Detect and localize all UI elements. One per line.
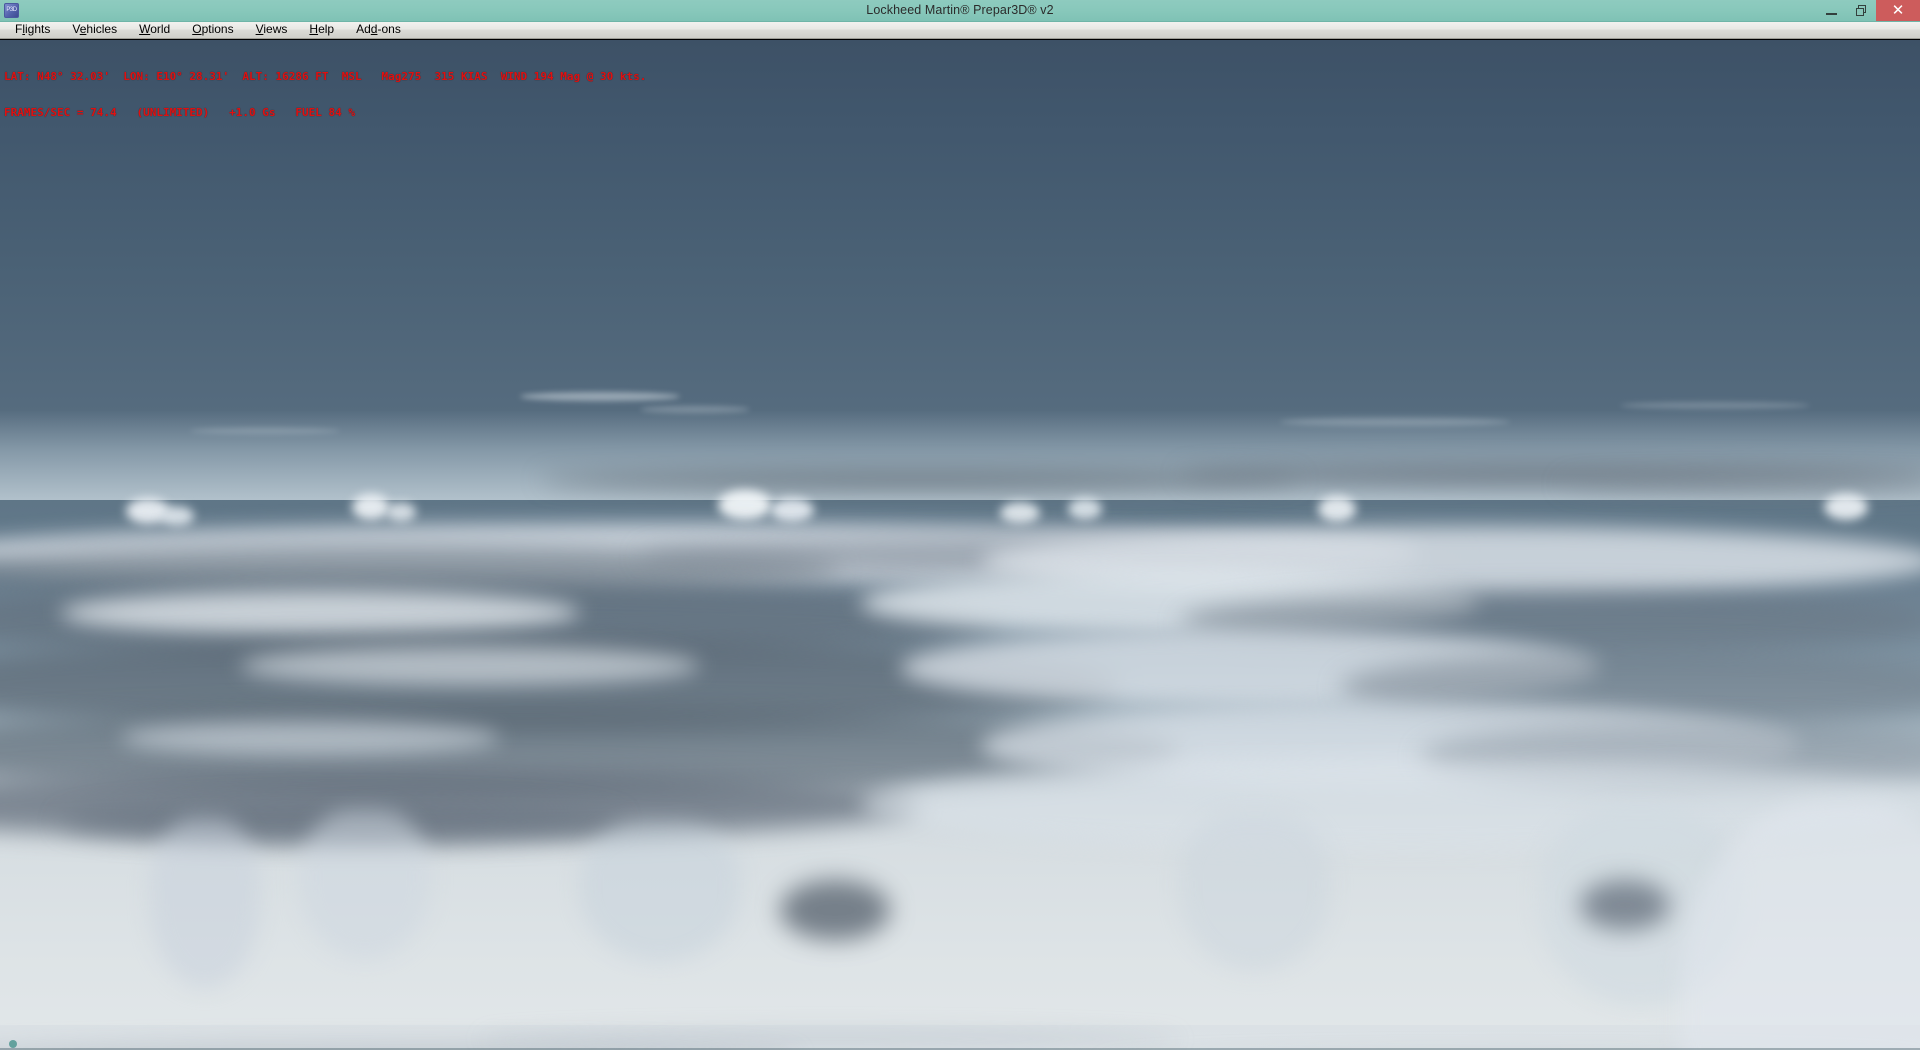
menu-item-world[interactable]: World [128, 21, 181, 38]
menu-label-addons-post: -ons [377, 22, 401, 36]
cloud-tower [1068, 498, 1102, 520]
cloud-tower [770, 498, 814, 522]
cloud-band-bright [60, 590, 580, 636]
cloud-tower [1824, 494, 1868, 520]
menu-item-views[interactable]: Views [245, 21, 299, 38]
menu-accel-options: O [192, 22, 202, 36]
menu-label-help-post: elp [318, 22, 335, 36]
application-window: P3D Lockheed Martin® Prepar3D® v2 ✕ Flig… [0, 0, 1920, 1050]
cloud-tower [1000, 502, 1040, 524]
simulation-viewport[interactable]: LAT: N48° 32.03' LON: E10° 28.31' ALT: 1… [0, 40, 1920, 1050]
hud-line-performance: FRAMES/SEC = 74.4 (UNLIMITED) +1.0 Gs FU… [4, 106, 355, 119]
cloud-tower [352, 494, 390, 520]
tray-icon [9, 1040, 17, 1048]
window-title: Lockheed Martin® Prepar3D® v2 [866, 3, 1054, 17]
close-icon: ✕ [1891, 2, 1905, 19]
title-bar: P3D Lockheed Martin® Prepar3D® v2 ✕ [0, 0, 1920, 22]
menu-bar: Flights Vehicles World Options Views Hel… [0, 21, 1920, 39]
menu-label-vehicles-post: hicles [86, 22, 118, 36]
menu-item-help[interactable]: Help [298, 21, 345, 38]
cloud-tower [718, 490, 772, 520]
cloud-tower [1318, 496, 1356, 522]
cloud-virga-dark [1580, 880, 1670, 930]
cloud-virga-dark [780, 880, 890, 940]
menu-accel-world: W [139, 22, 151, 36]
cloud-virga [580, 822, 740, 962]
menu-item-vehicles[interactable]: Vehicles [61, 21, 128, 38]
cloud-wisp [520, 392, 680, 401]
cloud-layer-distant [1560, 478, 1920, 490]
menu-item-flights[interactable]: Flights [4, 21, 61, 38]
menu-label-vehicles-pre: V [72, 22, 80, 36]
menu-label-flights-post: ights [25, 22, 51, 36]
cloud-tower [386, 502, 416, 522]
menu-item-options[interactable]: Options [181, 21, 244, 38]
cloud-virga [150, 818, 260, 988]
menu-accel-help: H [309, 22, 319, 36]
cloud-band-bright [120, 720, 500, 756]
cloud-floor-streak [480, 1028, 1180, 1050]
app-icon: P3D [4, 3, 19, 18]
close-button[interactable]: ✕ [1876, 0, 1920, 21]
cloud-virga [300, 810, 430, 960]
restore-icon [1855, 5, 1867, 16]
menu-label-addons-pre: Ad [356, 22, 371, 36]
minimize-button[interactable] [1816, 0, 1846, 21]
cloud-wisp [1620, 402, 1810, 409]
menu-label-views-post: iews [263, 22, 288, 36]
hud-flight-data: LAT: N48° 32.03' LON: E10° 28.31' ALT: 1… [4, 47, 646, 143]
menu-label-world-post: orld [150, 22, 171, 36]
cloud-deck [0, 440, 1920, 1050]
minimize-icon [1825, 12, 1837, 15]
maximize-restore-button[interactable] [1846, 0, 1876, 21]
cloud-band-bright [240, 646, 700, 686]
cloud-tower [160, 506, 194, 526]
hud-line-position: LAT: N48° 32.03' LON: E10° 28.31' ALT: 1… [4, 70, 647, 83]
cloud-virga [1180, 812, 1330, 972]
menu-item-add-ons[interactable]: Add-ons [345, 21, 412, 38]
menu-label-options-post: ptions [201, 22, 234, 36]
